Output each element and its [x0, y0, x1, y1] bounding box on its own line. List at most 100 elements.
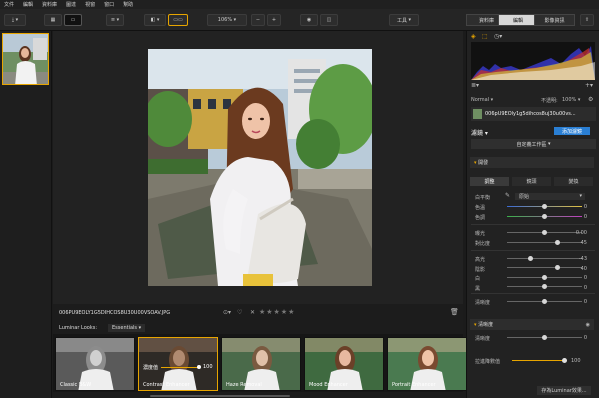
look-amount-label: 濃度值 — [143, 365, 159, 371]
split-view-icon: ◫ — [326, 17, 332, 23]
slider-value: 45 — [580, 240, 587, 246]
sort-button[interactable]: ≡ ▾ — [106, 14, 124, 26]
menu-item[interactable]: 資料庫 — [42, 1, 57, 8]
slider-label: 色調 — [475, 215, 486, 221]
filmstrip-thumbnail[interactable] — [2, 33, 49, 85]
slider-value: 0.00 — [575, 230, 587, 236]
clarity-section-header[interactable]: ▾ 清晰度 ◉ — [470, 319, 594, 330]
workspace-select[interactable]: 自定義工作區 ▾ — [471, 139, 596, 149]
adjustment-slider[interactable] — [507, 274, 582, 280]
opacity-label: 不透明: — [541, 98, 558, 104]
eyedropper-icon[interactable]: ✎ — [505, 192, 510, 199]
looks-strip: Classic B&W Contrast Enhancer 濃度值 100 Haze R… — [53, 334, 467, 392]
adjustment-slider[interactable] — [507, 203, 582, 209]
tab-edit[interactable]: 編輯 — [498, 14, 538, 26]
chevron-down-icon: ▾ — [232, 17, 237, 23]
layer-stack-icon[interactable]: ≣▾ — [471, 82, 479, 89]
filmstrip — [0, 31, 52, 398]
menu-item[interactable]: 幫助 — [123, 1, 133, 8]
slider-value: 0 — [583, 204, 587, 210]
single-view-button[interactable]: ▭ — [64, 14, 82, 26]
gear-icon[interactable]: ⚙ — [588, 96, 593, 103]
main-photo — [148, 49, 372, 286]
slider-label: 高光 — [475, 257, 486, 263]
layout-button[interactable]: ◧ ▾ — [144, 14, 166, 26]
menu-item[interactable]: 編輯 — [23, 1, 33, 8]
tab-transform[interactable]: 變換 — [554, 177, 593, 186]
adjustment-slider[interactable] — [507, 265, 582, 271]
heart-icon[interactable]: ♡ — [237, 309, 242, 316]
divider — [471, 293, 595, 294]
zoom-in-button[interactable]: + — [267, 14, 281, 26]
star-rating[interactable]: ★★★★★ — [259, 308, 295, 316]
menu-item[interactable]: 視窗 — [85, 1, 95, 8]
save-look-button[interactable]: 存為Luminar效果... — [537, 386, 591, 395]
divider — [471, 224, 595, 225]
slider-value: 0 — [583, 284, 587, 291]
zoom-out-button[interactable]: − — [251, 14, 265, 26]
look-thumbnail[interactable]: Portrait Enhancer — [387, 337, 467, 391]
looks-scrollbar[interactable] — [150, 395, 290, 397]
history-icon[interactable]: ◷▾ — [494, 33, 502, 40]
adjustment-slider[interactable] — [507, 255, 582, 261]
clarity-label: 清晰度 — [475, 336, 491, 342]
look-label: Mood Enhancer — [309, 382, 348, 388]
add-layer-icon[interactable]: +▾ — [585, 82, 593, 89]
slider-label: 白 — [475, 276, 481, 282]
menu-item[interactable]: 文件 — [4, 1, 14, 8]
eye-icon[interactable]: ◉ — [586, 322, 590, 328]
adjustment-slider[interactable] — [507, 284, 582, 290]
trash-icon[interactable]: 🗑 — [450, 308, 459, 316]
look-thumbnail[interactable]: Contrast Enhancer 濃度值 100 — [138, 337, 218, 391]
look-label: Classic B&W — [60, 382, 92, 388]
before-after-button[interactable]: ◫ — [320, 14, 338, 26]
compare-button[interactable]: ▭▭ — [168, 14, 188, 26]
share-icon: ⇪ — [584, 17, 590, 23]
look-amount-knob[interactable] — [197, 365, 201, 369]
look-label: Haze Removal — [226, 382, 262, 388]
adjustment-slider[interactable] — [507, 213, 582, 219]
fade-slider[interactable] — [512, 357, 567, 363]
white-balance-select[interactable]: 原始 ▾ — [515, 193, 585, 200]
slider-value: -43 — [578, 256, 587, 262]
layers-icon[interactable]: ◈ — [471, 33, 476, 40]
grid-view-button[interactable]: ▦ — [44, 14, 62, 26]
menu-bar: 文件 編輯 資料庫 圖達 視窗 窗口 幫助 — [0, 0, 599, 9]
look-thumbnail[interactable]: Classic B&W — [55, 337, 135, 391]
adjustment-slider[interactable] — [507, 239, 582, 245]
look-thumbnail[interactable]: Haze Removal — [221, 337, 301, 391]
develop-subtabs: 調整 鏡頭 變換 — [470, 177, 594, 186]
develop-section-header[interactable]: ▾ 開發 — [470, 157, 594, 168]
preview-button[interactable]: ◉ — [300, 14, 318, 26]
tab-lens[interactable]: 鏡頭 — [512, 177, 551, 186]
blend-mode-select[interactable]: Normal ▾ — [471, 97, 493, 103]
looks-label: Luminar Looks: — [59, 325, 98, 331]
tab-info[interactable]: 影像資訊 — [534, 14, 575, 26]
slider-value: 0 — [583, 275, 587, 281]
zoom-value: 106% — [217, 17, 233, 23]
look-thumbnail[interactable]: Mood Enhancer — [304, 337, 384, 391]
add-filter-button[interactable]: 添加濾鏡 — [554, 127, 590, 135]
opacity-value[interactable]: 100% ▾ — [562, 97, 580, 103]
image-canvas[interactable] — [53, 31, 463, 304]
clarity-slider[interactable] — [507, 334, 582, 340]
tab-adjust[interactable]: 調整 — [470, 177, 509, 186]
color-label-icon[interactable]: ⊙▾ — [223, 309, 231, 316]
layer-row[interactable]: 006pU9EOly1g5dihcos8uj30u00vs... — [471, 107, 596, 121]
slider-label: 曝光 — [475, 231, 486, 237]
reject-icon[interactable]: ✕ — [250, 309, 255, 316]
adjustment-slider[interactable] — [507, 229, 582, 235]
menu-item[interactable]: 圖達 — [66, 1, 76, 8]
tools-button[interactable]: 工具 ▾ — [389, 14, 419, 26]
import-button[interactable]: ⤓ ▾ — [4, 14, 26, 26]
layer-name: 006pU9EOly1g5dihcos8uj30u00vs... — [485, 111, 576, 117]
slider-value: 0 — [583, 214, 587, 220]
zoom-select[interactable]: 106% ▾ — [207, 14, 247, 26]
adjustment-slider[interactable] — [507, 298, 582, 304]
compare-icon: ▭▭ — [173, 17, 183, 23]
looks-category-select[interactable]: Essentials ▾ — [108, 324, 146, 332]
canvas-icon[interactable]: ⬚ — [482, 33, 488, 40]
share-button[interactable]: ⇪ — [580, 14, 594, 26]
look-amount-slider[interactable] — [161, 367, 199, 368]
menu-item[interactable]: 窗口 — [104, 1, 114, 8]
